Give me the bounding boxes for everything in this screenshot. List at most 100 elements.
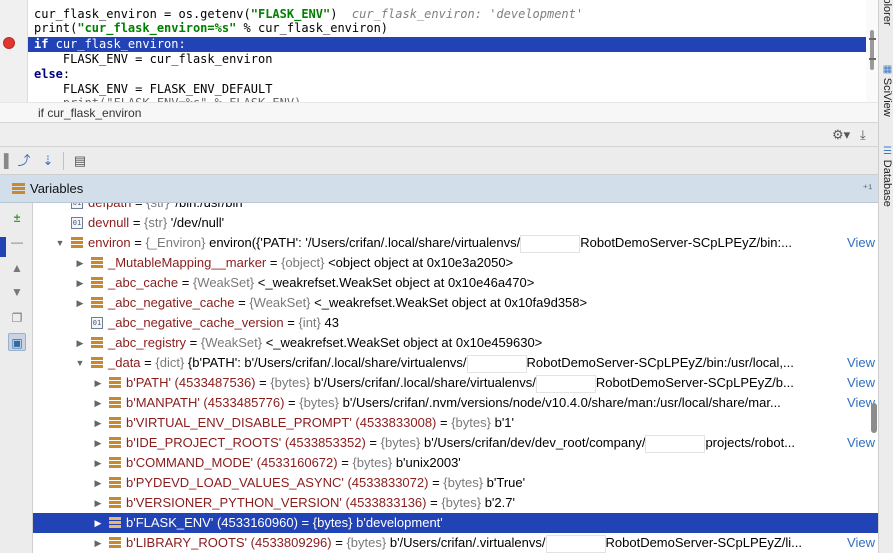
code-token: FLASK_ENV = FLASK_ENV_DEFAULT xyxy=(34,82,273,96)
code-editor[interactable]: cur_flask_environ = os.getenv("FLASK_ENV… xyxy=(0,0,878,102)
tree-row[interactable]: 01 _abc_negative_cache_version = {int} 43 xyxy=(33,313,878,333)
tab-database[interactable]: ☰ Database xyxy=(880,146,893,207)
remove-watch-icon[interactable]: — xyxy=(8,233,26,251)
value-text: '/bin:/usr/bin' xyxy=(173,203,245,210)
tree-row[interactable]: ▶ b'PYDEVD_LOAD_VALUES_ASYNC' (4533833072… xyxy=(33,473,878,493)
database-icon: ☰ xyxy=(882,146,893,160)
tree-row[interactable]: ▶ b'LIBRARY_ROOTS' (4533809296) = {bytes}… xyxy=(33,533,878,553)
tab-sciview[interactable]: ▦ SciView xyxy=(880,64,893,117)
expand-arrow-icon[interactable]: ▶ xyxy=(93,453,103,473)
tree-row[interactable]: ▶ b'COMMAND_MODE' (4533160672) = {bytes} … xyxy=(33,453,878,473)
view-link[interactable]: View xyxy=(843,433,878,453)
type-hint: {str} xyxy=(146,203,169,210)
expand-arrow-icon[interactable]: ▶ xyxy=(93,473,103,493)
expand-arrow-icon[interactable]: ▶ xyxy=(93,493,103,513)
add-watch-icon[interactable]: ± xyxy=(8,209,26,227)
tree-row[interactable]: ▶ _abc_negative_cache = {WeakSet} <_weakr… xyxy=(33,293,878,313)
breakpoint-icon[interactable] xyxy=(3,37,15,49)
step-into-icon[interactable]: ⇣ xyxy=(38,151,58,171)
value-text: b'/Users/crifan/.virtualenvs/ xyxy=(389,535,546,550)
separator-text: = xyxy=(428,475,444,490)
object-icon xyxy=(91,277,103,289)
editor-scroll-thumb[interactable] xyxy=(870,30,874,70)
tree-row-text: b'FLASK_ENV' (4533160960) = {bytes} b'de… xyxy=(126,513,443,533)
object-icon xyxy=(91,357,103,369)
type-hint: {bytes} xyxy=(346,535,387,550)
expand-arrow-icon[interactable]: ▶ xyxy=(93,373,103,393)
view-link[interactable]: View xyxy=(843,373,878,393)
code-line-current[interactable]: if cur_flask_environ: xyxy=(28,37,878,52)
separator-text: = xyxy=(140,355,156,370)
expand-arrow-icon[interactable]: ▶ xyxy=(75,293,85,313)
tree-row[interactable]: ▶ b'VIRTUAL_ENV_DISABLE_PROMPT' (45338330… xyxy=(33,413,878,433)
expand-arrow-icon[interactable]: ▶ xyxy=(93,433,103,453)
expand-arrow-icon[interactable]: ▶ xyxy=(93,533,103,553)
redacted-region xyxy=(535,374,596,393)
copy-icon[interactable]: ❐ xyxy=(8,309,26,327)
value-text: b'True' xyxy=(486,475,526,490)
code-line[interactable]: FLASK_ENV = FLASK_ENV_DEFAULT xyxy=(34,82,273,97)
code-line[interactable]: cur_flask_environ = os.getenv("FLASK_ENV… xyxy=(34,7,583,22)
editor-gutter[interactable] xyxy=(0,0,28,102)
step-over-icon[interactable]: ⤴ xyxy=(14,151,34,171)
value-text-tail: RobotDemoServer-SCpLPEyZ/li... xyxy=(605,535,803,550)
tree-row[interactable]: ▶ _abc_cache = {WeakSet} <_weakrefset.Wea… xyxy=(33,273,878,293)
tree-row[interactable]: ▶ _abc_registry = {WeakSet} <_weakrefset.… xyxy=(33,333,878,353)
tree-scrollbar[interactable] xyxy=(871,403,877,433)
object-icon xyxy=(109,417,121,429)
code-line[interactable]: else: xyxy=(34,67,70,82)
show-values-icon[interactable]: ▣ xyxy=(8,333,26,351)
expand-arrow-icon[interactable]: ▶ xyxy=(93,413,103,433)
breadcrumb[interactable]: if cur_flask_environ xyxy=(0,102,878,123)
object-icon xyxy=(109,377,121,389)
value-text: {b'PATH': b'/Users/crifan/.local/share/v… xyxy=(187,355,467,370)
code-token: cur_flask_environ: xyxy=(48,37,186,51)
move-down-icon[interactable]: ▼ xyxy=(8,283,26,301)
tab-explorer[interactable]: xplorer xyxy=(880,0,893,26)
expand-arrow-icon[interactable]: ▶ xyxy=(93,513,103,533)
var-abc-cache: _abc_cache xyxy=(108,275,179,290)
value-text: b'2.7' xyxy=(484,495,515,510)
tree-row[interactable]: 01 devnull = {str} '/dev/null' xyxy=(33,213,878,233)
expand-arrow-icon[interactable]: ▶ xyxy=(75,333,85,353)
variables-tree[interactable]: 01 defpath = {str} '/bin:/usr/bin' 01 devnu… xyxy=(33,203,878,553)
view-link[interactable]: View xyxy=(843,533,878,553)
pin-icon[interactable]: ⁺¹ xyxy=(863,175,872,203)
expand-arrow-icon[interactable]: ▶ xyxy=(93,393,103,413)
tree-row[interactable]: ▶ b'PATH' (4533487536) = {bytes} b'/Users… xyxy=(33,373,878,393)
value-text: <_weakrefset.WeakSet object at 0x10fa9d3… xyxy=(314,295,588,310)
tree-row[interactable]: ▶ b'FLASK_ENV' (4533160960) = {bytes} b'd… xyxy=(33,513,878,533)
type-hint: {int} xyxy=(298,315,321,330)
editor-scrollbar[interactable] xyxy=(866,0,878,102)
gear-icon[interactable]: ⚙▾ xyxy=(832,123,850,147)
debug-top-toolbar: ⚙▾ ⤓ xyxy=(0,123,878,147)
tree-row[interactable]: ▼ _data = {dict} {b'PATH': b'/Users/crifa… xyxy=(33,353,878,373)
tree-row[interactable]: ▶ b'IDE_PROJECT_ROOTS' (4533853352) = {by… xyxy=(33,433,878,453)
collapse-arrow-icon[interactable]: ▼ xyxy=(55,233,65,253)
scroll-marker xyxy=(869,58,876,60)
tree-row[interactable]: ▶ _MutableMapping__marker = {object} <obj… xyxy=(33,253,878,273)
object-icon xyxy=(109,497,121,509)
move-up-icon[interactable]: ▲ xyxy=(8,259,26,277)
tree-row[interactable]: 01 defpath = {str} '/bin:/usr/bin' xyxy=(33,203,878,213)
value-text: <_weakrefset.WeakSet object at 0x10e46a4… xyxy=(257,275,535,290)
view-link[interactable]: View xyxy=(843,233,878,253)
sciview-icon: ▦ xyxy=(882,64,893,78)
view-link[interactable]: View xyxy=(843,353,878,373)
value-text: b'unix2003' xyxy=(395,455,461,470)
type-hint: {object} xyxy=(281,255,325,270)
expand-arrow-icon[interactable]: ▶ xyxy=(75,253,85,273)
expand-arrow-icon[interactable]: ▶ xyxy=(75,273,85,293)
tree-row[interactable]: ▶ b'VERSIONER_PYTHON_VERSION' (4533833136… xyxy=(33,493,878,513)
download-icon[interactable]: ⤓ xyxy=(860,123,866,147)
code-line[interactable]: print("cur_flask_environ=%s" % cur_flask… xyxy=(34,21,388,36)
evaluate-table-icon[interactable]: ▤ xyxy=(70,151,90,171)
scroll-marker xyxy=(869,38,876,40)
type-hint: {str} xyxy=(144,215,168,230)
type-hint: {WeakSet} xyxy=(192,275,255,290)
tree-row[interactable]: ▼ environ = {_Environ} environ({'PATH': '… xyxy=(33,233,878,253)
code-line[interactable]: FLASK_ENV = cur_flask_environ xyxy=(34,52,273,67)
tree-row[interactable]: ▶ b'MANPATH' (4533485776) = {bytes} b'/Us… xyxy=(33,393,878,413)
separator-text: = xyxy=(255,375,271,390)
collapse-arrow-icon[interactable]: ▼ xyxy=(75,353,85,373)
